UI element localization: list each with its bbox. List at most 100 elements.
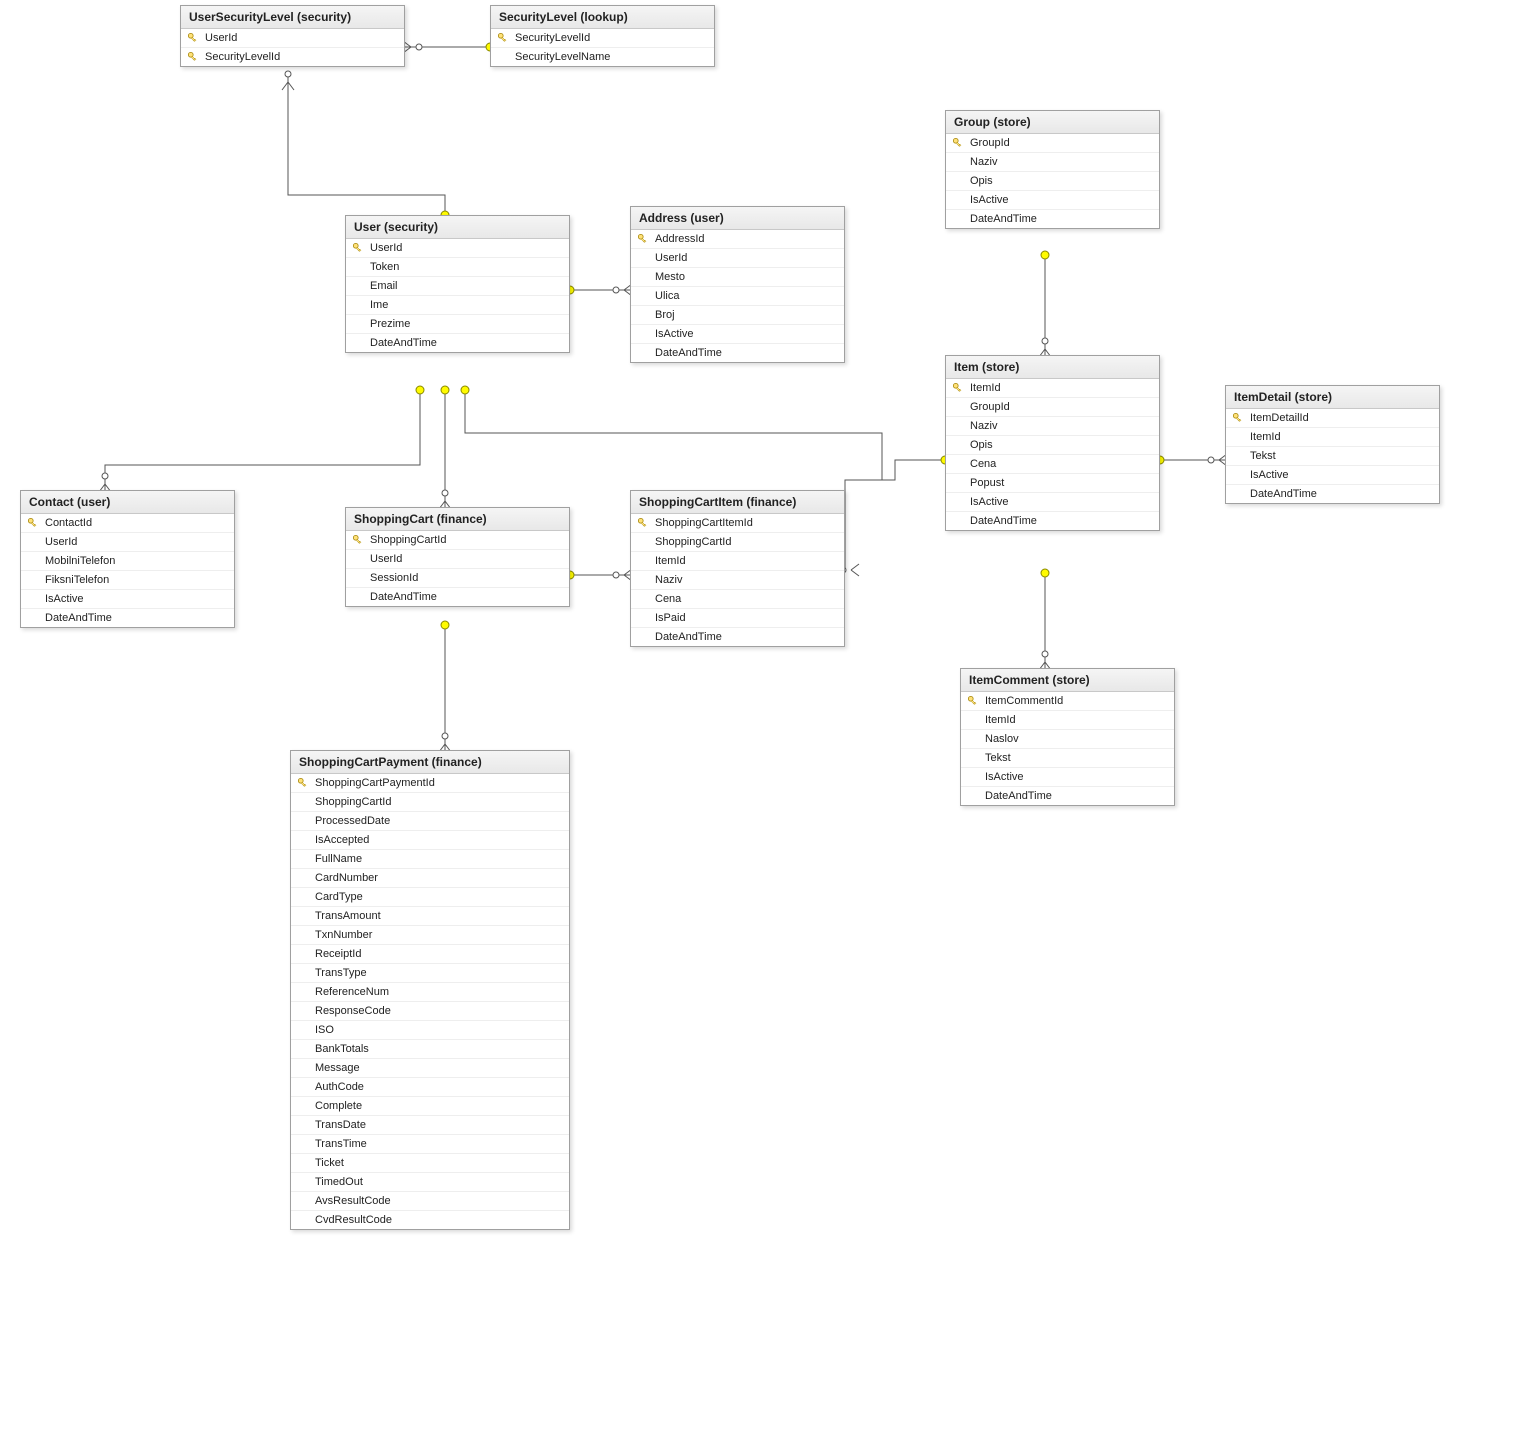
column-row[interactable]: AuthCode [291, 1078, 569, 1097]
entity-item[interactable]: Item (store)ItemIdGroupIdNazivOpisCenaPo… [945, 355, 1160, 531]
entity-header[interactable]: UserSecurityLevel (security) [181, 6, 404, 29]
column-row[interactable]: SecurityLevelName [491, 48, 714, 66]
column-row[interactable]: TxnNumber [291, 926, 569, 945]
column-row[interactable]: UserId [21, 533, 234, 552]
column-row[interactable]: TransTime [291, 1135, 569, 1154]
column-row[interactable]: ShoppingCartId [346, 531, 569, 550]
column-row[interactable]: Cena [946, 455, 1159, 474]
column-row[interactable]: Cena [631, 590, 844, 609]
column-row[interactable]: ProcessedDate [291, 812, 569, 831]
column-row[interactable]: ItemDetailId [1226, 409, 1439, 428]
column-row[interactable]: ItemId [961, 711, 1174, 730]
entity-shopping_cart_payment[interactable]: ShoppingCartPayment (finance)ShoppingCar… [290, 750, 570, 1230]
column-row[interactable]: SecurityLevelId [491, 29, 714, 48]
column-row[interactable]: Naziv [631, 571, 844, 590]
column-row[interactable]: AddressId [631, 230, 844, 249]
column-row[interactable]: Ticket [291, 1154, 569, 1173]
column-row[interactable]: Naziv [946, 417, 1159, 436]
column-row[interactable]: ResponseCode [291, 1002, 569, 1021]
entity-address[interactable]: Address (user)AddressIdUserIdMestoUlicaB… [630, 206, 845, 363]
entity-header[interactable]: Address (user) [631, 207, 844, 230]
column-row[interactable]: ShoppingCartItemId [631, 514, 844, 533]
entity-header[interactable]: Group (store) [946, 111, 1159, 134]
column-row[interactable]: Tekst [961, 749, 1174, 768]
column-row[interactable]: Naslov [961, 730, 1174, 749]
column-row[interactable]: Email [346, 277, 569, 296]
column-row[interactable]: CardNumber [291, 869, 569, 888]
entity-item_detail[interactable]: ItemDetail (store)ItemDetailIdItemIdTeks… [1225, 385, 1440, 504]
entity-header[interactable]: ItemDetail (store) [1226, 386, 1439, 409]
column-row[interactable]: IsActive [21, 590, 234, 609]
column-row[interactable]: SessionId [346, 569, 569, 588]
column-row[interactable]: IsActive [946, 191, 1159, 210]
column-row[interactable]: Opis [946, 172, 1159, 191]
entity-item_comment[interactable]: ItemComment (store)ItemCommentIdItemIdNa… [960, 668, 1175, 806]
entity-header[interactable]: ShoppingCart (finance) [346, 508, 569, 531]
column-row[interactable]: CardType [291, 888, 569, 907]
column-row[interactable]: ReceiptId [291, 945, 569, 964]
column-row[interactable]: ReferenceNum [291, 983, 569, 1002]
column-row[interactable]: DateAndTime [346, 588, 569, 606]
column-row[interactable]: ItemId [946, 379, 1159, 398]
column-row[interactable]: UserId [346, 239, 569, 258]
entity-contact[interactable]: Contact (user)ContactIdUserIdMobilniTele… [20, 490, 235, 628]
column-row[interactable]: BankTotals [291, 1040, 569, 1059]
column-row[interactable]: ItemId [631, 552, 844, 571]
column-row[interactable]: ShoppingCartId [291, 793, 569, 812]
column-row[interactable]: ItemCommentId [961, 692, 1174, 711]
column-row[interactable]: Complete [291, 1097, 569, 1116]
entity-header[interactable]: SecurityLevel (lookup) [491, 6, 714, 29]
column-row[interactable]: GroupId [946, 134, 1159, 153]
column-row[interactable]: ItemId [1226, 428, 1439, 447]
column-row[interactable]: IsActive [1226, 466, 1439, 485]
column-row[interactable]: TransAmount [291, 907, 569, 926]
column-row[interactable]: Opis [946, 436, 1159, 455]
entity-header[interactable]: Item (store) [946, 356, 1159, 379]
column-row[interactable]: Ulica [631, 287, 844, 306]
entity-group[interactable]: Group (store)GroupIdNazivOpisIsActiveDat… [945, 110, 1160, 229]
column-row[interactable]: Message [291, 1059, 569, 1078]
column-row[interactable]: IsActive [961, 768, 1174, 787]
entity-header[interactable]: ItemComment (store) [961, 669, 1174, 692]
entity-shopping_cart_item[interactable]: ShoppingCartItem (finance)ShoppingCartIt… [630, 490, 845, 647]
column-row[interactable]: TransType [291, 964, 569, 983]
column-row[interactable]: Naziv [946, 153, 1159, 172]
column-row[interactable]: TransDate [291, 1116, 569, 1135]
entity-header[interactable]: User (security) [346, 216, 569, 239]
column-row[interactable]: Broj [631, 306, 844, 325]
column-row[interactable]: IsPaid [631, 609, 844, 628]
column-row[interactable]: DateAndTime [346, 334, 569, 352]
column-row[interactable]: Tekst [1226, 447, 1439, 466]
column-row[interactable]: TimedOut [291, 1173, 569, 1192]
column-row[interactable]: AvsResultCode [291, 1192, 569, 1211]
column-row[interactable]: DateAndTime [946, 210, 1159, 228]
column-row[interactable]: Prezime [346, 315, 569, 334]
column-row[interactable]: FiksniTelefon [21, 571, 234, 590]
column-row[interactable]: DateAndTime [631, 344, 844, 362]
entity-header[interactable]: Contact (user) [21, 491, 234, 514]
column-row[interactable]: Token [346, 258, 569, 277]
column-row[interactable]: IsAccepted [291, 831, 569, 850]
column-row[interactable]: DateAndTime [946, 512, 1159, 530]
column-row[interactable]: ISO [291, 1021, 569, 1040]
entity-header[interactable]: ShoppingCartItem (finance) [631, 491, 844, 514]
column-row[interactable]: Mesto [631, 268, 844, 287]
column-row[interactable]: DateAndTime [21, 609, 234, 627]
column-row[interactable]: DateAndTime [961, 787, 1174, 805]
column-row[interactable]: GroupId [946, 398, 1159, 417]
entity-security_level[interactable]: SecurityLevel (lookup)SecurityLevelIdSec… [490, 5, 715, 67]
column-row[interactable]: SecurityLevelId [181, 48, 404, 66]
column-row[interactable]: Popust [946, 474, 1159, 493]
entity-user_security_level[interactable]: UserSecurityLevel (security)UserIdSecuri… [180, 5, 405, 67]
entity-shopping_cart[interactable]: ShoppingCart (finance)ShoppingCartIdUser… [345, 507, 570, 607]
column-row[interactable]: MobilniTelefon [21, 552, 234, 571]
entity-user[interactable]: User (security)UserIdTokenEmailImePrezim… [345, 215, 570, 353]
column-row[interactable]: ContactId [21, 514, 234, 533]
entity-header[interactable]: ShoppingCartPayment (finance) [291, 751, 569, 774]
column-row[interactable]: DateAndTime [631, 628, 844, 646]
column-row[interactable]: ShoppingCartId [631, 533, 844, 552]
column-row[interactable]: IsActive [631, 325, 844, 344]
column-row[interactable]: UserId [181, 29, 404, 48]
column-row[interactable]: ShoppingCartPaymentId [291, 774, 569, 793]
column-row[interactable]: UserId [346, 550, 569, 569]
